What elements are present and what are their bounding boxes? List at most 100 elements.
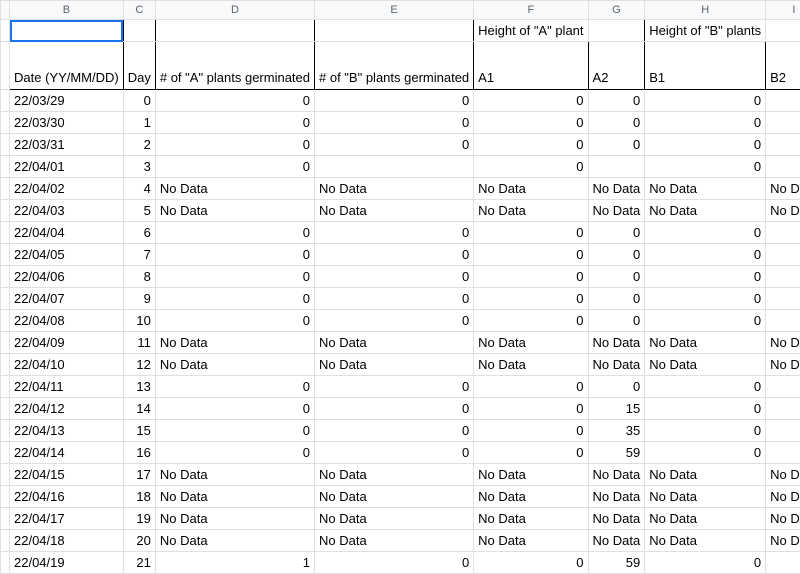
- cell-num-b[interactable]: 0: [315, 376, 474, 398]
- cell-b1[interactable]: No Data: [645, 200, 766, 222]
- cell-b1[interactable]: No Data: [645, 530, 766, 552]
- cell-num-b[interactable]: 0: [315, 112, 474, 134]
- cell-b1[interactable]: No Data: [645, 178, 766, 200]
- cell-num-b[interactable]: No Data: [315, 200, 474, 222]
- cell-b1[interactable]: 0: [645, 420, 766, 442]
- cell-num-b[interactable]: 0: [315, 552, 474, 574]
- cell[interactable]: [766, 20, 800, 42]
- cell-a2[interactable]: 0: [588, 222, 645, 244]
- cell-a1[interactable]: No Data: [474, 486, 588, 508]
- cell-b2[interactable]: [766, 156, 800, 178]
- cell-b2[interactable]: 0: [766, 90, 800, 112]
- cell-day[interactable]: 12: [123, 354, 155, 376]
- cell-b1[interactable]: 0: [645, 222, 766, 244]
- cell-num-a[interactable]: 0: [155, 420, 314, 442]
- cell-b2[interactable]: No Data: [766, 464, 800, 486]
- cell-num-b[interactable]: No Data: [315, 530, 474, 552]
- cell-num-b[interactable]: 0: [315, 420, 474, 442]
- cell-date[interactable]: 22/04/17: [10, 508, 124, 530]
- cell-date[interactable]: 22/04/11: [10, 376, 124, 398]
- cell-b1[interactable]: 0: [645, 134, 766, 156]
- cell[interactable]: [315, 20, 474, 42]
- cell-num-a[interactable]: No Data: [155, 178, 314, 200]
- cell[interactable]: [155, 20, 314, 42]
- cell-a2[interactable]: 59: [588, 442, 645, 464]
- cell-a2[interactable]: 0: [588, 266, 645, 288]
- cell-a1[interactable]: 0: [474, 112, 588, 134]
- cell-a2[interactable]: 59: [588, 552, 645, 574]
- header-day[interactable]: Day: [123, 42, 155, 90]
- cell-b1[interactable]: 0: [645, 442, 766, 464]
- cell-date[interactable]: 22/04/07: [10, 288, 124, 310]
- cell[interactable]: [1, 332, 10, 354]
- cell[interactable]: [1, 90, 10, 112]
- cell-day[interactable]: 0: [123, 90, 155, 112]
- cell-num-a[interactable]: 0: [155, 156, 314, 178]
- cell-day[interactable]: 10: [123, 310, 155, 332]
- cell-date[interactable]: 22/04/18: [10, 530, 124, 552]
- cell-num-a[interactable]: 0: [155, 310, 314, 332]
- cell-a2[interactable]: No Data: [588, 178, 645, 200]
- cell-date[interactable]: 22/04/13: [10, 420, 124, 442]
- cell-b2[interactable]: 0: [766, 420, 800, 442]
- cell[interactable]: [1, 244, 10, 266]
- cell-num-a[interactable]: 0: [155, 266, 314, 288]
- cell-date[interactable]: 22/04/03: [10, 200, 124, 222]
- cell-num-a[interactable]: No Data: [155, 332, 314, 354]
- cell-b1[interactable]: 0: [645, 310, 766, 332]
- cell-a1[interactable]: 0: [474, 552, 588, 574]
- cell-num-b[interactable]: No Data: [315, 354, 474, 376]
- cell-a1[interactable]: No Data: [474, 530, 588, 552]
- cell-date[interactable]: 22/04/12: [10, 398, 124, 420]
- cell-a2[interactable]: 0: [588, 376, 645, 398]
- cell-date[interactable]: 22/03/29: [10, 90, 124, 112]
- header-a2[interactable]: A2: [588, 42, 645, 90]
- cell-num-a[interactable]: 0: [155, 288, 314, 310]
- cell[interactable]: [1, 288, 10, 310]
- cell-num-b[interactable]: 0: [315, 266, 474, 288]
- cell-day[interactable]: 8: [123, 266, 155, 288]
- cell-num-a[interactable]: 0: [155, 112, 314, 134]
- header-b1[interactable]: B1: [645, 42, 766, 90]
- cell-day[interactable]: 16: [123, 442, 155, 464]
- cell-b1[interactable]: 0: [645, 244, 766, 266]
- cell-day[interactable]: 2: [123, 134, 155, 156]
- cell-num-a[interactable]: 0: [155, 376, 314, 398]
- cell-num-b[interactable]: 0: [315, 310, 474, 332]
- cell-b2[interactable]: No Data: [766, 200, 800, 222]
- cell-a1[interactable]: 0: [474, 244, 588, 266]
- cell-num-a[interactable]: No Data: [155, 200, 314, 222]
- cell-a2[interactable]: 0: [588, 134, 645, 156]
- cell[interactable]: [1, 266, 10, 288]
- group-header-height-a[interactable]: Height of "A" plant: [474, 20, 588, 42]
- cell-a1[interactable]: 0: [474, 90, 588, 112]
- cell-b1[interactable]: 0: [645, 398, 766, 420]
- cell-num-b[interactable]: No Data: [315, 178, 474, 200]
- cell-num-a[interactable]: No Data: [155, 486, 314, 508]
- cell-num-a[interactable]: No Data: [155, 508, 314, 530]
- cell[interactable]: [1, 464, 10, 486]
- cell-b2[interactable]: 0: [766, 442, 800, 464]
- cell-b1[interactable]: No Data: [645, 332, 766, 354]
- cell[interactable]: [1, 508, 10, 530]
- cell-num-a[interactable]: 0: [155, 134, 314, 156]
- cell-num-b[interactable]: 0: [315, 442, 474, 464]
- cell-a1[interactable]: 0: [474, 156, 588, 178]
- header-date[interactable]: Date (YY/MM/DD): [10, 42, 124, 90]
- cell[interactable]: [123, 20, 155, 42]
- cell-a1[interactable]: 0: [474, 266, 588, 288]
- cell-date[interactable]: 22/04/06: [10, 266, 124, 288]
- cell[interactable]: [1, 552, 10, 574]
- cell-num-a[interactable]: No Data: [155, 354, 314, 376]
- cell-date[interactable]: 22/04/14: [10, 442, 124, 464]
- cell-b2[interactable]: No Data: [766, 530, 800, 552]
- cell[interactable]: [1, 354, 10, 376]
- cell-day[interactable]: 17: [123, 464, 155, 486]
- cell-b2[interactable]: No Data: [766, 354, 800, 376]
- cell-day[interactable]: 5: [123, 200, 155, 222]
- col-header[interactable]: [1, 1, 10, 20]
- cell-num-a[interactable]: No Data: [155, 464, 314, 486]
- col-header-B[interactable]: B: [10, 1, 124, 20]
- cell[interactable]: [1, 420, 10, 442]
- cell-num-b[interactable]: No Data: [315, 332, 474, 354]
